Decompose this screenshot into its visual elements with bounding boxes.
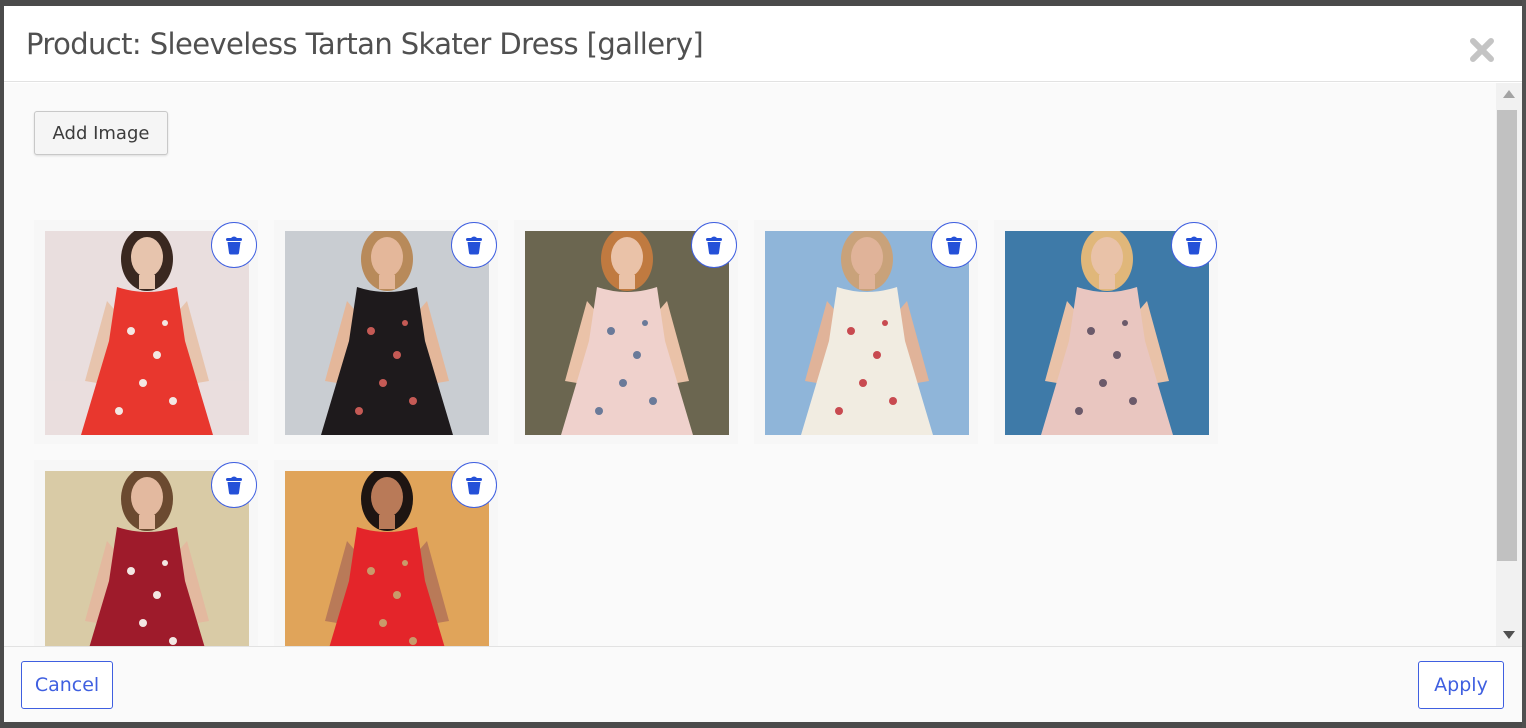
image-gallery xyxy=(4,83,1494,646)
modal-body: Add Image xyxy=(4,83,1522,646)
trash-icon xyxy=(946,236,962,255)
gallery-item[interactable] xyxy=(514,220,738,444)
trash-icon xyxy=(226,236,242,255)
apply-button[interactable]: Apply xyxy=(1418,661,1504,709)
gallery-item[interactable] xyxy=(34,460,258,646)
modal-header: Product: Sleeveless Tartan Skater Dress … xyxy=(4,6,1522,82)
delete-image-button[interactable] xyxy=(451,222,497,268)
gallery-item[interactable] xyxy=(994,220,1218,444)
modal-title: Product: Sleeveless Tartan Skater Dress … xyxy=(26,27,704,61)
scroll-down-button[interactable] xyxy=(1496,624,1522,646)
delete-image-button[interactable] xyxy=(1171,222,1217,268)
arrow-down-icon xyxy=(1503,631,1515,639)
close-button[interactable] xyxy=(1466,34,1498,66)
background-page-edge xyxy=(1522,0,1526,728)
delete-image-button[interactable] xyxy=(211,222,257,268)
gallery-item[interactable] xyxy=(34,220,258,444)
gallery-item[interactable] xyxy=(274,460,498,646)
trash-icon xyxy=(226,476,242,495)
trash-icon xyxy=(466,476,482,495)
trash-icon xyxy=(1186,236,1202,255)
gallery-item[interactable] xyxy=(274,220,498,444)
delete-image-button[interactable] xyxy=(931,222,977,268)
scroll-up-button[interactable] xyxy=(1496,83,1522,105)
close-icon xyxy=(1470,38,1494,62)
delete-image-button[interactable] xyxy=(691,222,737,268)
cancel-button[interactable]: Cancel xyxy=(21,661,113,709)
trash-icon xyxy=(706,236,722,255)
gallery-modal: Product: Sleeveless Tartan Skater Dress … xyxy=(4,6,1522,722)
modal-footer: Cancel Apply xyxy=(4,646,1522,722)
arrow-up-icon xyxy=(1503,90,1515,98)
scrollbar-thumb[interactable] xyxy=(1497,110,1517,561)
gallery-item[interactable] xyxy=(754,220,978,444)
modal-scrollbar[interactable] xyxy=(1496,83,1522,646)
delete-image-button[interactable] xyxy=(211,462,257,508)
trash-icon xyxy=(466,236,482,255)
delete-image-button[interactable] xyxy=(451,462,497,508)
